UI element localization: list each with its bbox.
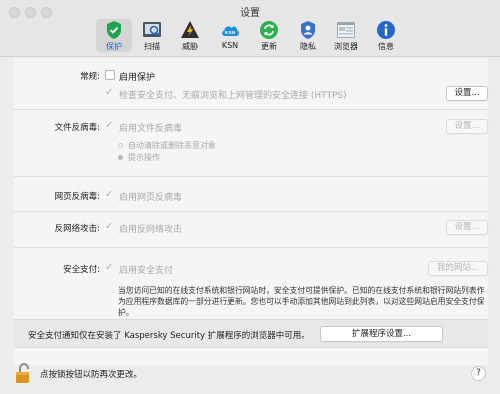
check-mark-icon: ✓ bbox=[105, 262, 114, 273]
web-av-label: 网页反病毒: bbox=[54, 192, 100, 202]
divider bbox=[14, 176, 488, 177]
divider bbox=[14, 109, 488, 110]
enable-network-attack-label: 启用反网络攻击 bbox=[119, 225, 183, 235]
window-title: 设置 bbox=[240, 8, 260, 19]
enable-protection-label: 启用保护 bbox=[119, 73, 156, 83]
tab-ksn[interactable]: KSN KSN bbox=[212, 19, 248, 52]
tab-scan[interactable]: 扫描 bbox=[134, 19, 170, 52]
svg-text:KSN: KSN bbox=[225, 30, 236, 36]
lock-hint-text: 点按锁按钮以防再次更改。 bbox=[40, 370, 143, 380]
file-av-settings-button[interactable]: 设置... bbox=[446, 119, 488, 134]
tab-info[interactable]: 信息 bbox=[368, 19, 404, 52]
help-button[interactable]: ? bbox=[471, 366, 486, 381]
enable-protection-checkbox[interactable] bbox=[105, 70, 115, 80]
info-icon bbox=[377, 21, 395, 39]
general-settings-button[interactable]: 设置... bbox=[446, 86, 488, 101]
extension-settings-button[interactable]: 扩展程序设置... bbox=[320, 326, 443, 342]
settings-window: 设置 保护 扫描 威胁 KSN KSN 更新 隐私 浏览器 信息 常规: 启用保… bbox=[0, 0, 500, 394]
tab-browser[interactable]: 浏览器 bbox=[328, 19, 364, 52]
enable-safe-money-label: 启用安全支付 bbox=[119, 266, 174, 276]
toolbar: 设置 保护 扫描 威胁 KSN KSN 更新 隐私 浏览器 信息 bbox=[0, 0, 500, 57]
prompt-action-label: 提示操作 bbox=[128, 153, 160, 162]
ksn-cloud-icon: KSN bbox=[222, 26, 239, 36]
enable-web-av-label: 启用网页反病毒 bbox=[119, 193, 183, 203]
threat-icon bbox=[181, 21, 199, 38]
tab-threats[interactable]: 威胁 bbox=[172, 19, 208, 52]
update-icon bbox=[260, 21, 278, 39]
auto-clean-radio[interactable] bbox=[118, 143, 123, 148]
check-mark-icon: ✓ bbox=[105, 120, 114, 131]
check-mark-icon: ✓ bbox=[105, 87, 114, 98]
general-label: 常规: bbox=[80, 72, 100, 82]
prompt-action-radio[interactable] bbox=[118, 155, 123, 160]
check-mark-icon: ✓ bbox=[105, 221, 114, 232]
tab-privacy[interactable]: 隐私 bbox=[290, 19, 326, 52]
network-attack-label: 反网络攻击: bbox=[54, 224, 100, 234]
tab-update[interactable]: 更新 bbox=[251, 19, 287, 52]
browser-icon bbox=[337, 22, 355, 38]
enable-file-av-label: 启用文件反病毒 bbox=[119, 124, 183, 134]
safe-money-description: 当您访问已知的在线支付系统和银行网站时，安全支付可提供保护。已知的在线支付系统和… bbox=[118, 286, 485, 317]
tab-protection[interactable]: 保护 bbox=[96, 19, 132, 52]
privacy-icon bbox=[301, 21, 315, 39]
extension-notice-text: 安全支付通知仅在安装了 Kaspersky Security 扩展程序的浏览器中… bbox=[28, 331, 310, 341]
network-attack-settings-button[interactable]: 设置... bbox=[446, 220, 488, 235]
my-sites-button[interactable]: 我的网站... bbox=[428, 261, 488, 276]
auto-clean-label: 自动清除或删除恶意对象 bbox=[128, 141, 216, 150]
check-secure-connections-label: 检查安全支付、无痕浏览和上网管理的安全连接 (HTTPS) bbox=[119, 91, 347, 101]
file-av-label: 文件反病毒: bbox=[54, 123, 100, 133]
check-mark-icon: ✓ bbox=[105, 189, 114, 200]
safe-money-label: 安全支付: bbox=[63, 265, 100, 275]
divider bbox=[14, 211, 488, 212]
divider bbox=[14, 247, 488, 248]
scan-icon bbox=[143, 22, 161, 37]
shield-check-icon bbox=[107, 21, 121, 39]
lock-icon[interactable] bbox=[15, 362, 33, 384]
